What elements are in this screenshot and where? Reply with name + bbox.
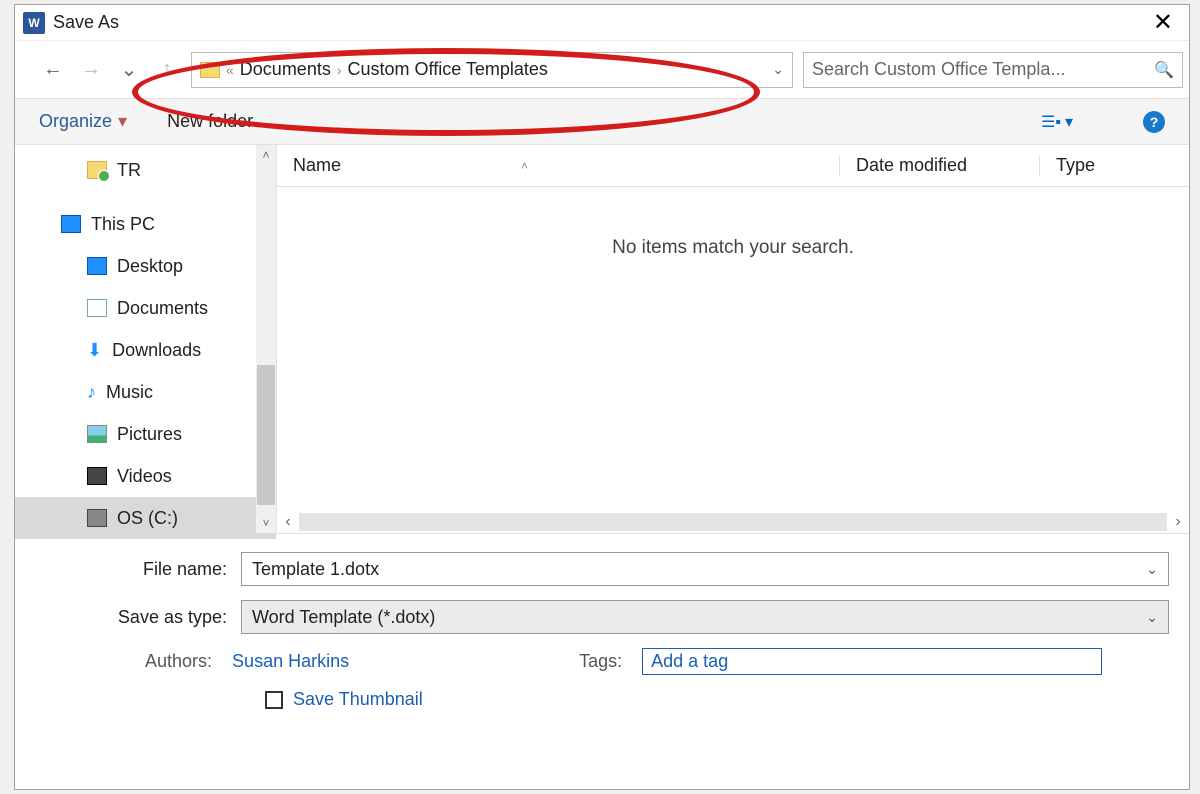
chevron-down-icon: ▾ [1065, 112, 1073, 132]
back-button[interactable]: ← [39, 56, 67, 84]
empty-message: No items match your search. [277, 187, 1189, 511]
sort-ascending-icon: ˄ [521, 159, 528, 173]
column-headers: Name ˄ Date modified Type [277, 145, 1189, 187]
close-button[interactable]: ✕ [1145, 8, 1181, 37]
tree-item-downloads[interactable]: ⬇ Downloads [15, 329, 276, 371]
download-arrow-icon: ⬇ [87, 340, 102, 361]
col-name[interactable]: Name ˄ [277, 155, 839, 176]
search-box[interactable]: Search Custom Office Templa... 🔍 [803, 52, 1183, 88]
chevron-right-icon[interactable]: › [337, 62, 342, 78]
music-note-icon: ♪ [87, 382, 96, 403]
tree-item-videos[interactable]: Videos [15, 455, 276, 497]
toolbar: Organize ▾ New folder ☰▪ ▾ ? [15, 99, 1189, 145]
breadcrumb-custom-templates[interactable]: Custom Office Templates [348, 59, 548, 80]
new-folder-button[interactable]: New folder [167, 111, 253, 132]
chevron-down-icon[interactable]: ⌄ [1146, 609, 1158, 626]
tags-label: Tags: [579, 651, 622, 672]
tree-item-tr[interactable]: TR [15, 149, 276, 191]
folder-tree: TR This PC Desktop Documents ⬇ Downloads… [15, 145, 277, 533]
videos-icon [87, 467, 107, 485]
breadcrumb-history-dropdown[interactable]: ⌄ [772, 61, 784, 78]
save-form: File name: Template 1.dotx ⌄ Save as typ… [15, 533, 1189, 718]
window-title: Save As [53, 12, 119, 33]
pc-icon [61, 215, 81, 233]
col-type[interactable]: Type [1039, 155, 1189, 176]
col-date-modified[interactable]: Date modified [839, 155, 1039, 176]
nav-row: ← → ⌄ ↑ « Documents › Custom Office Temp… [15, 41, 1189, 99]
tree-item-desktop[interactable]: Desktop [15, 245, 276, 287]
chevron-down-icon[interactable]: ⌄ [1146, 561, 1158, 578]
breadcrumb-overflow-icon[interactable]: « [226, 62, 234, 78]
scroll-left-icon[interactable]: ‹ [277, 513, 299, 531]
documents-icon [87, 299, 107, 317]
breadcrumb-documents[interactable]: Documents [240, 59, 331, 80]
save-thumbnail-label[interactable]: Save Thumbnail [293, 689, 423, 710]
desktop-icon [87, 257, 107, 275]
scrollbar-thumb[interactable] [257, 365, 275, 505]
drive-icon [87, 509, 107, 527]
horizontal-scrollbar[interactable]: ‹ › [277, 511, 1189, 533]
chevron-down-icon: ▾ [118, 111, 127, 132]
save-as-dialog: W Save As ✕ ← → ⌄ ↑ « Documents › Custom… [14, 4, 1190, 790]
folder-sync-icon [87, 161, 107, 179]
save-as-type-label: Save as type: [35, 607, 241, 628]
help-button[interactable]: ? [1143, 111, 1165, 133]
forward-button[interactable]: → [77, 56, 105, 84]
authors-value[interactable]: Susan Harkins [232, 651, 349, 672]
sidebar-scrollbar[interactable]: ˄ ˅ [256, 145, 276, 533]
folder-icon [200, 62, 220, 78]
recent-locations-dropdown[interactable]: ⌄ [115, 56, 143, 84]
save-as-type-select[interactable]: Word Template (*.dotx) ⌄ [241, 600, 1169, 634]
search-icon[interactable]: 🔍 [1154, 60, 1174, 80]
scroll-up-icon[interactable]: ˄ [262, 145, 269, 165]
view-options-button[interactable]: ☰▪ ▾ [1041, 112, 1073, 132]
tree-item-os-c[interactable]: OS (C:) [15, 497, 276, 539]
organize-button[interactable]: Organize ▾ [39, 111, 127, 132]
tags-input[interactable]: Add a tag [642, 648, 1102, 675]
file-name-input[interactable]: Template 1.dotx ⌄ [241, 552, 1169, 586]
pictures-icon [87, 425, 107, 443]
file-name-label: File name: [35, 559, 241, 580]
word-app-icon: W [23, 12, 45, 34]
authors-label: Authors: [145, 651, 212, 672]
scroll-right-icon[interactable]: › [1167, 513, 1189, 531]
tree-item-documents[interactable]: Documents [15, 287, 276, 329]
view-list-icon: ☰▪ [1041, 112, 1061, 132]
file-list-area: Name ˄ Date modified Type No items match… [277, 145, 1189, 533]
scroll-down-icon[interactable]: ˅ [262, 513, 269, 533]
tree-item-pictures[interactable]: Pictures [15, 413, 276, 455]
up-button[interactable]: ↑ [153, 56, 181, 84]
save-thumbnail-checkbox[interactable] [265, 691, 283, 709]
main-area: TR This PC Desktop Documents ⬇ Downloads… [15, 145, 1189, 533]
tree-item-music[interactable]: ♪ Music [15, 371, 276, 413]
title-bar: W Save As ✕ [15, 5, 1189, 41]
search-placeholder: Search Custom Office Templa... [812, 59, 1148, 80]
tree-item-this-pc[interactable]: This PC [15, 203, 276, 245]
breadcrumb-bar[interactable]: « Documents › Custom Office Templates ⌄ [191, 52, 793, 88]
